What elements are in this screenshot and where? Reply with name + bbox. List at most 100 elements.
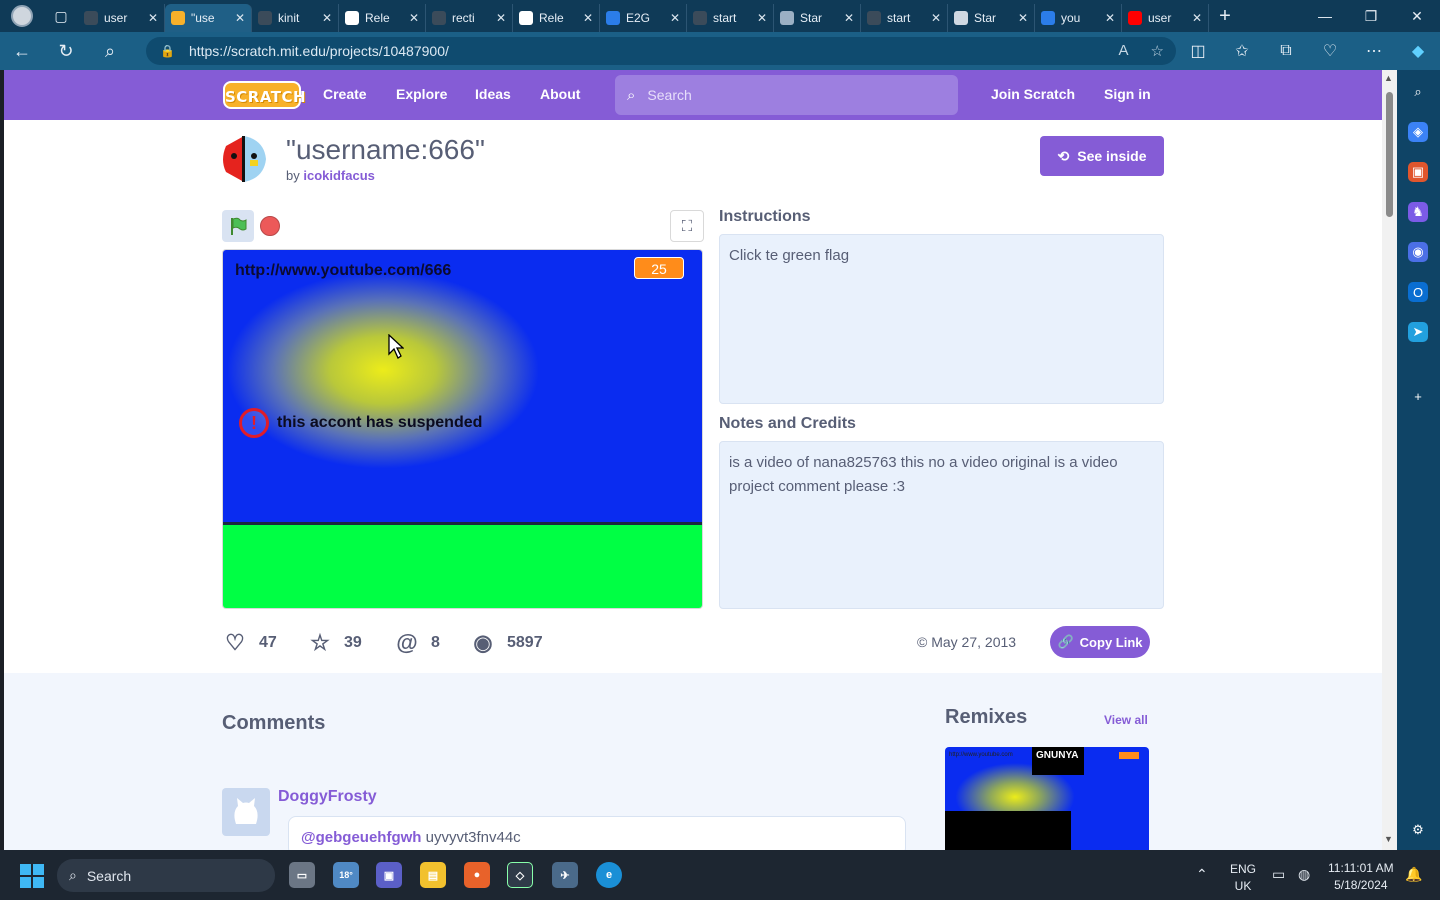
tab-close-icon[interactable]: ✕	[1192, 11, 1202, 25]
telegram-icon[interactable]: ➤	[1408, 322, 1428, 342]
sidebar-settings-icon[interactable]: ⚙	[1408, 820, 1428, 840]
copilot-icon[interactable]: ◆	[1396, 41, 1440, 61]
copilot-sidebar-icon[interactable]: ◉	[1408, 242, 1428, 262]
url-bar[interactable]: 🔒 https://scratch.mit.edu/projects/10487…	[146, 37, 1176, 65]
shopping-icon[interactable]: ◈	[1408, 122, 1428, 142]
show-hidden-icons[interactable]: ⌃	[1196, 866, 1208, 883]
app-tool-icon[interactable]: ✈	[552, 862, 578, 888]
browser-tab[interactable]: Rele ✕	[339, 4, 426, 32]
commenter-avatar[interactable]	[222, 788, 270, 836]
tools-icon[interactable]: ▣	[1408, 162, 1428, 182]
tab-close-icon[interactable]: ✕	[670, 11, 680, 25]
split-screen-icon[interactable]: ◫	[1176, 41, 1220, 61]
sign-in-link[interactable]: Sign in	[1104, 86, 1151, 102]
network-icon[interactable]: ▭	[1272, 866, 1285, 883]
sidebar-search-icon[interactable]: ⌕	[1408, 82, 1428, 102]
nav-ideas[interactable]: Ideas	[475, 86, 511, 102]
add-sidebar-icon[interactable]: +	[1408, 386, 1428, 406]
project-stage[interactable]: http://www.youtube.com/666 25 ! this acc…	[222, 249, 703, 609]
tab-close-icon[interactable]: ✕	[496, 11, 506, 25]
tab-close-icon[interactable]: ✕	[844, 11, 854, 25]
nav-explore[interactable]: Explore	[396, 86, 447, 102]
read-aloud-icon[interactable]: A	[1119, 42, 1129, 60]
browser-tab[interactable]: kinit ✕	[252, 4, 339, 32]
copy-link-button[interactable]: 🔗 Copy Link	[1050, 626, 1150, 658]
weather-icon[interactable]: 18°	[333, 862, 359, 888]
tab-close-icon[interactable]: ✕	[1105, 11, 1115, 25]
notes-heading: Notes and Credits	[719, 415, 856, 432]
notification-bell-icon[interactable]: 🔔	[1405, 866, 1422, 883]
nav-about[interactable]: About	[540, 86, 580, 102]
tab-close-icon[interactable]: ✕	[322, 11, 332, 25]
tab-close-icon[interactable]: ✕	[583, 11, 593, 25]
tab-close-icon[interactable]: ✕	[1018, 11, 1028, 25]
start-button[interactable]	[20, 864, 44, 888]
browser-tab[interactable]: you ✕	[1035, 4, 1122, 32]
author-link[interactable]: icokidfacus	[303, 168, 375, 183]
profile-button[interactable]	[0, 0, 44, 32]
comment-mention[interactable]: @gebgeuehfgwh	[301, 829, 421, 846]
remix-thumb-text: http://www.youtube.com	[949, 752, 1013, 758]
browser-tab[interactable]: start ✕	[687, 4, 774, 32]
browser-tab[interactable]: user ✕	[1122, 4, 1209, 32]
scratch-search-input[interactable]: ⌕ Search	[615, 75, 958, 115]
join-scratch-link[interactable]: Join Scratch	[991, 86, 1075, 102]
comment-username[interactable]: DoggyFrosty	[278, 788, 377, 806]
chat-icon[interactable]: ▣	[376, 862, 402, 888]
edge-icon[interactable]: e	[596, 862, 622, 888]
scroll-up-arrow[interactable]: ▲	[1384, 73, 1393, 83]
file-explorer-icon[interactable]: ▤	[420, 862, 446, 888]
page-scrollbar[interactable]: ▲ ▼	[1382, 70, 1397, 850]
games-icon[interactable]: ♞	[1408, 202, 1428, 222]
browser-tab[interactable]: Star ✕	[774, 4, 861, 32]
favorites-icon[interactable]: ✩	[1220, 41, 1264, 61]
search-icon[interactable]: ⌕	[88, 32, 132, 70]
author-avatar[interactable]	[220, 134, 268, 184]
browser-tab[interactable]: E2G ✕	[600, 4, 687, 32]
browser-tab[interactable]: "use ✕	[165, 4, 252, 32]
tab-close-icon[interactable]: ✕	[148, 11, 158, 25]
green-flag-button[interactable]	[222, 210, 254, 242]
clock[interactable]: 11:11:01 AM 5/18/2024	[1328, 861, 1394, 892]
tab-actions-button[interactable]: ▢	[44, 0, 78, 32]
more-menu-icon[interactable]: ⋯	[1352, 41, 1396, 61]
tab-close-icon[interactable]: ✕	[235, 11, 245, 25]
fullscreen-button[interactable]: ⛶	[670, 210, 704, 242]
taskbar-search[interactable]: ⌕ Search	[57, 859, 275, 892]
firefox-icon[interactable]: ●	[464, 862, 490, 888]
nav-create[interactable]: Create	[323, 86, 367, 102]
view-all-remixes-link[interactable]: View all	[1104, 713, 1148, 727]
restore-button[interactable]: ❐	[1348, 0, 1394, 32]
scroll-down-arrow[interactable]: ▼	[1384, 834, 1393, 844]
stop-button[interactable]	[260, 216, 280, 236]
outlook-icon[interactable]: O	[1408, 282, 1428, 302]
stage-sky	[223, 250, 702, 524]
refresh-button[interactable]: ↻	[44, 32, 88, 70]
new-tab-button[interactable]: +	[1209, 5, 1241, 28]
browser-tab[interactable]: Star ✕	[948, 4, 1035, 32]
browser-tab[interactable]: user ✕	[78, 4, 165, 32]
task-view-icon[interactable]: ▭	[289, 862, 315, 888]
back-button[interactable]: ←	[0, 32, 44, 70]
see-inside-button[interactable]: ⟲ See inside	[1040, 136, 1164, 176]
tab-close-icon[interactable]: ✕	[409, 11, 419, 25]
volume-icon[interactable]: ◍	[1298, 866, 1310, 883]
browser-essentials-icon[interactable]: ♡	[1308, 41, 1352, 61]
close-window-button[interactable]: ✕	[1394, 0, 1440, 32]
favorite-star-icon[interactable]: ☆	[1151, 42, 1164, 60]
tab-close-icon[interactable]: ✕	[931, 11, 941, 25]
scroll-thumb[interactable]	[1386, 92, 1393, 217]
browser-tab[interactable]: start ✕	[861, 4, 948, 32]
collections-icon[interactable]: ⧉	[1264, 42, 1308, 60]
love-stat[interactable]: ♡ 47	[223, 630, 277, 655]
language-indicator[interactable]: ENG UK	[1230, 862, 1256, 893]
window-controls: — ❐ ✕	[1302, 0, 1440, 32]
app-cube-icon[interactable]: ◇	[507, 862, 533, 888]
scratch-logo[interactable]: SCRATCH	[223, 81, 306, 109]
browser-tab[interactable]: Rele ✕	[513, 4, 600, 32]
favorite-stat[interactable]: ☆ 39	[308, 630, 362, 655]
tab-close-icon[interactable]: ✕	[757, 11, 767, 25]
remix-thumbnail[interactable]: http://www.youtube.com GNUNYA	[945, 747, 1149, 850]
minimize-button[interactable]: —	[1302, 0, 1348, 32]
browser-tab[interactable]: recti ✕	[426, 4, 513, 32]
